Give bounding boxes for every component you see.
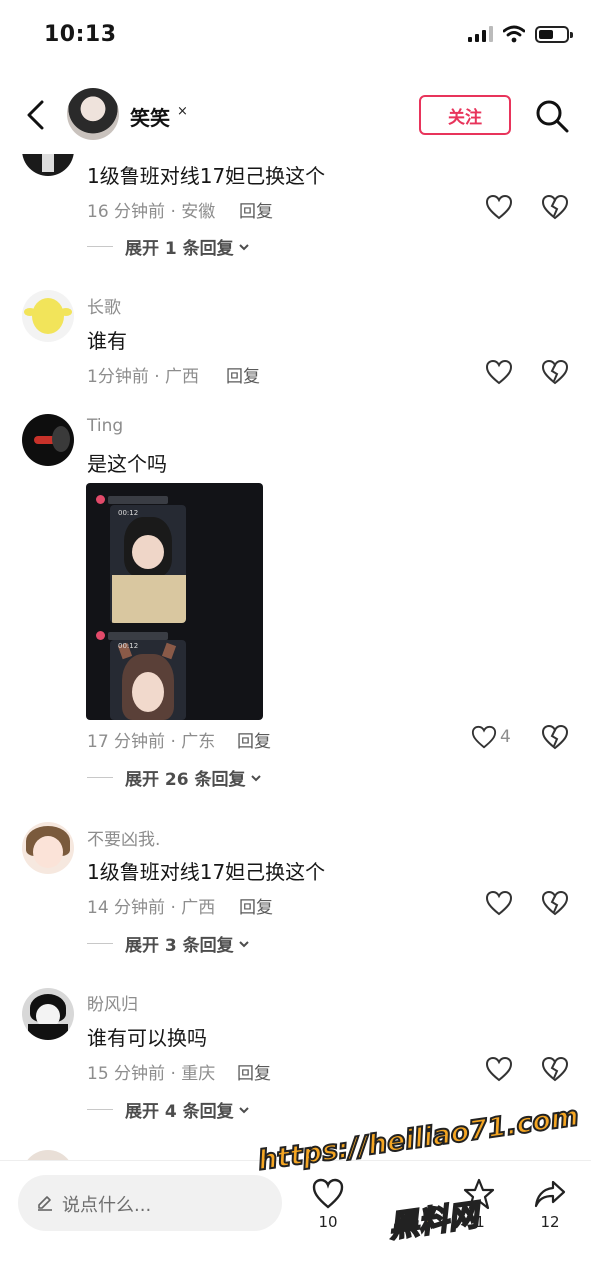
comment-text: 1级鲁班对线17妲己换这个 [87, 164, 326, 188]
dislike-broken-heart-icon[interactable] [541, 890, 569, 916]
commenter-name[interactable]: 不要凶我. [87, 825, 160, 850]
wifi-icon [503, 25, 525, 43]
image-caption: 00:12 [118, 642, 139, 650]
comment-text: 谁有 [87, 329, 127, 353]
reply-button[interactable]: 回复 [239, 197, 273, 222]
expand-replies-label: 展开 1 条回复 [125, 239, 234, 259]
expand-replies-label: 展开 3 条回复 [125, 936, 234, 956]
dislike-broken-heart-icon[interactable] [541, 359, 569, 385]
expand-replies-button[interactable]: 展开 1 条回复 [87, 234, 250, 259]
bottom-action-bar: 说点什么... 10 1 12 [0, 1160, 591, 1280]
like-heart-icon[interactable] [485, 194, 513, 220]
cellular-signal-icon [468, 26, 493, 42]
dislike-broken-heart-icon[interactable] [541, 194, 569, 220]
comment-meta: 1分钟前 · 广西 [87, 367, 200, 387]
status-bar: 10:13 [0, 0, 591, 72]
back-icon[interactable] [20, 98, 54, 132]
like-heart-icon[interactable] [471, 724, 497, 750]
comment-image[interactable]: 00:12 00:12 [86, 483, 263, 720]
dislike-broken-heart-icon[interactable] [541, 1056, 569, 1082]
commenter-name[interactable]: 长歌 [87, 293, 121, 318]
commenter-avatar[interactable] [22, 1150, 74, 1160]
commenter-name[interactable]: Ting [87, 416, 123, 436]
author-avatar[interactable] [67, 88, 119, 140]
comment-meta: 16 分钟前 · 安徽 [87, 202, 216, 222]
comment-text: 是这个吗 [87, 452, 167, 476]
author-name[interactable]: 笑笑 [130, 102, 170, 131]
dislike-broken-heart-icon[interactable] [541, 724, 569, 750]
expand-replies-button[interactable]: 展开 4 条回复 [87, 1097, 250, 1122]
reply-button[interactable]: 回复 [237, 727, 271, 752]
image-caption: 00:12 [118, 509, 139, 517]
commenter-avatar[interactable] [22, 988, 74, 1040]
reply-button[interactable]: 回复 [237, 1059, 271, 1084]
chevron-down-icon [250, 774, 261, 781]
star-icon[interactable] [462, 1177, 496, 1211]
image-video-thumb: 00:12 [110, 640, 186, 720]
share-arrow-icon[interactable] [533, 1177, 567, 1211]
commenter-avatar[interactable] [22, 154, 74, 176]
chevron-down-icon [238, 243, 249, 250]
commenter-avatar[interactable] [22, 822, 74, 874]
comment-text: 谁有可以换吗 [87, 1026, 207, 1050]
share-count: 12 [540, 1213, 560, 1231]
comment-list[interactable]: 1级鲁班对线17妲己换这个 16 分钟前 · 安徽 回复 展开 1 条回复 长歌… [0, 154, 591, 1160]
chevron-down-icon [238, 1106, 249, 1113]
like-heart-icon[interactable] [485, 359, 513, 385]
comment-text: 1级鲁班对线17妲己换这个 [87, 860, 326, 884]
comment-input[interactable]: 说点什么... [18, 1175, 282, 1231]
reply-button[interactable]: 回复 [226, 362, 260, 387]
expand-replies-label: 展开 26 条回复 [125, 770, 246, 790]
like-count: 10 [318, 1213, 338, 1231]
expand-replies-label: 展开 4 条回复 [125, 1102, 234, 1122]
like-heart-icon[interactable] [485, 890, 513, 916]
expand-replies-button[interactable]: 展开 26 条回复 [87, 765, 262, 790]
comment-meta: 17 分钟前 · 广东 [87, 732, 216, 752]
image-video-thumb: 00:12 [110, 505, 186, 623]
commenter-name[interactable]: 盼风归 [87, 990, 138, 1015]
status-time: 10:13 [44, 22, 117, 47]
expand-replies-button[interactable]: 展开 3 条回复 [87, 931, 250, 956]
header: 笑笑 × 关注 [0, 80, 591, 154]
chevron-down-icon [238, 940, 249, 947]
reply-button[interactable]: 回复 [239, 893, 273, 918]
like-heart-icon[interactable] [485, 1056, 513, 1082]
like-heart-icon[interactable] [311, 1177, 345, 1211]
search-icon[interactable] [533, 97, 571, 135]
like-count: 4 [500, 727, 511, 747]
battery-icon [535, 25, 573, 43]
comment-input-placeholder: 说点什么... [62, 1195, 152, 1216]
comment-meta: 15 分钟前 · 重庆 [87, 1064, 216, 1084]
commenter-avatar[interactable] [22, 414, 74, 466]
follow-button[interactable]: 关注 [419, 95, 511, 135]
status-icons [468, 25, 573, 43]
commenter-avatar[interactable] [22, 290, 74, 342]
author-name-badge: × [177, 104, 188, 119]
pencil-icon [38, 1196, 52, 1211]
collect-count: 1 [475, 1213, 485, 1231]
comment-meta: 14 分钟前 · 广西 [87, 898, 216, 918]
